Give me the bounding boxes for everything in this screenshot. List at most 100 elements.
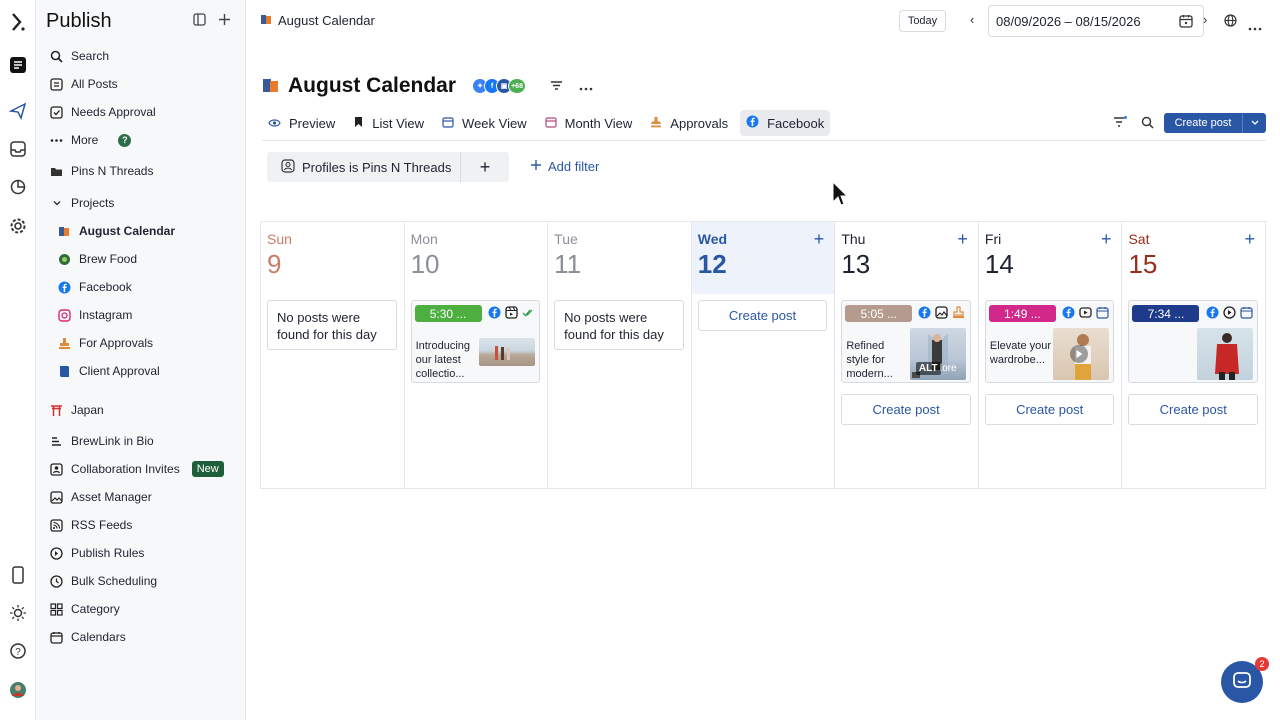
today-button[interactable]: Today xyxy=(899,10,946,32)
sidebar-item-search[interactable]: Search xyxy=(50,45,237,67)
avatar-more-count: +68 xyxy=(508,78,527,94)
more-icon[interactable] xyxy=(1248,19,1262,34)
sidebar-item-august-calendar[interactable]: August Calendar xyxy=(58,220,237,242)
create-post-button[interactable]: Create post xyxy=(1164,113,1266,133)
gear-icon[interactable] xyxy=(8,216,28,236)
filter-icon[interactable] xyxy=(550,79,563,94)
add-post-icon[interactable]: + xyxy=(1101,229,1112,250)
sidebar-item-projects[interactable]: Projects xyxy=(50,192,237,214)
day-header: Thu 13 + xyxy=(835,222,978,294)
bookmark-icon xyxy=(353,116,364,131)
filter-chip[interactable]: Profiles is Pins N Threads + xyxy=(267,152,509,182)
mobile-icon[interactable] xyxy=(8,565,28,585)
sun-icon[interactable] xyxy=(8,603,28,623)
inbox-icon[interactable] xyxy=(8,139,28,159)
post-card[interactable]: 5:30 ... Introducing our latest collecti… xyxy=(410,300,541,383)
avatar[interactable] xyxy=(8,680,28,700)
create-post-button[interactable]: Create post xyxy=(697,300,828,331)
add-condition-icon[interactable]: + xyxy=(461,157,509,178)
filter-chip-label-wrap[interactable]: Profiles is Pins N Threads xyxy=(267,152,461,182)
sidebar-item-label: Collaboration Invites xyxy=(71,462,180,476)
sidebar-item-for-approvals[interactable]: For Approvals xyxy=(58,332,237,354)
chat-launcher[interactable]: 2 xyxy=(1221,657,1269,703)
facebook-icon xyxy=(746,115,759,131)
globe-icon[interactable] xyxy=(1224,14,1237,30)
project-icon xyxy=(58,253,71,266)
add-post-icon[interactable]: + xyxy=(957,229,968,250)
facebook-icon xyxy=(487,305,501,319)
day-header: Sat 15 + xyxy=(1122,222,1265,294)
sidebar-collapse-icon[interactable] xyxy=(193,13,206,29)
sidebar-item-label: For Approvals xyxy=(79,336,154,350)
sidebar-item-publish-rules[interactable]: Publish Rules xyxy=(50,542,237,564)
post-time: 5:05 ... xyxy=(845,305,913,322)
sidebar-item-brew-food[interactable]: Brew Food xyxy=(58,248,237,270)
breadcrumb[interactable]: August Calendar xyxy=(260,13,375,28)
post-thumbnail xyxy=(1197,328,1254,380)
alt-badge: ALT xyxy=(915,362,941,375)
tab-list-view[interactable]: List View xyxy=(347,110,430,136)
sidebar-item-calendars[interactable]: Calendars xyxy=(50,626,237,648)
sidebar-item-label: Search xyxy=(71,49,110,63)
sidebar-item-all-posts[interactable]: All Posts xyxy=(50,73,237,95)
sidebar-item-japan[interactable]: Japan xyxy=(50,399,237,421)
video-icon xyxy=(1078,305,1092,319)
next-week-icon[interactable]: › xyxy=(1203,12,1207,27)
sidebar-item-category[interactable]: Category xyxy=(50,598,237,620)
analytics-icon[interactable] xyxy=(8,177,28,197)
sidebar-item-collaboration-invites[interactable]: Collaboration Invites New xyxy=(50,458,237,480)
chevron-down-icon[interactable] xyxy=(1242,113,1266,133)
day-name: Sun xyxy=(267,231,292,247)
send-icon[interactable] xyxy=(8,101,28,121)
sidebar-item-instagram[interactable]: Instagram xyxy=(58,304,237,326)
more-label: lore xyxy=(939,363,957,374)
sidebar-item-client-approval[interactable]: Client Approval xyxy=(58,360,237,382)
calendar-icon xyxy=(1179,14,1193,31)
more-icon[interactable] xyxy=(579,79,593,94)
add-post-icon[interactable]: + xyxy=(1245,229,1256,250)
post-card[interactable]: 5:05 ... Refined style for modern... ALT… xyxy=(841,300,971,383)
day-column-fri: Fri 14 + 1:49 ... Elevate your wardrobe.… xyxy=(979,222,1123,488)
tab-approvals[interactable]: Approvals xyxy=(644,110,734,136)
sidebar-item-pins-n-threads[interactable]: Pins N Threads xyxy=(50,160,237,182)
help-icon[interactable]: ? xyxy=(8,641,28,661)
post-card[interactable]: 1:49 ... Elevate your wardrobe... xyxy=(984,300,1115,383)
logo-icon[interactable] xyxy=(8,12,28,32)
sidebar-item-bulk-scheduling[interactable]: Bulk Scheduling xyxy=(50,570,237,592)
calendar-icon xyxy=(1239,305,1253,319)
date-range-picker[interactable]: 08/09/2026 – 08/15/2026 xyxy=(988,5,1204,37)
day-number: 9 xyxy=(267,249,282,279)
sidebar-item-asset-manager[interactable]: Asset Manager xyxy=(50,486,237,508)
sidebar-item-label: Facebook xyxy=(79,280,132,294)
sort-filter-icon[interactable] xyxy=(1113,116,1127,131)
tab-label: Week View xyxy=(462,115,527,131)
add-post-icon[interactable]: + xyxy=(814,229,825,250)
torii-icon xyxy=(50,404,63,417)
filter-chip-label: Profiles is Pins N Threads xyxy=(302,159,452,175)
create-post-button[interactable]: Create post xyxy=(984,394,1115,425)
tab-preview[interactable]: Preview xyxy=(262,110,341,136)
sidebar-item-brewlink[interactable]: BrewLink in Bio xyxy=(50,430,237,452)
help-icon[interactable]: ? xyxy=(118,133,132,147)
list-icon xyxy=(50,77,63,91)
add-filter-button[interactable]: Add filter xyxy=(530,159,599,174)
sidebar-add-icon[interactable] xyxy=(218,13,231,29)
search-icon[interactable] xyxy=(1141,116,1154,132)
sidebar-item-more[interactable]: More ? xyxy=(50,129,237,151)
create-post-button[interactable]: Create post xyxy=(1128,394,1259,425)
create-post-button[interactable]: Create post xyxy=(841,394,971,425)
tab-month-view[interactable]: Month View xyxy=(539,110,639,136)
sidebar-item-needs-approval[interactable]: Needs Approval xyxy=(50,101,237,123)
prev-week-icon[interactable]: ‹ xyxy=(970,12,974,27)
image-icon xyxy=(50,490,63,504)
invite-icon xyxy=(50,462,63,476)
post-thumbnail xyxy=(479,338,536,366)
member-avatars[interactable]: ✦ f ▣ +68 xyxy=(472,78,527,94)
tab-week-view[interactable]: Week View xyxy=(436,110,533,136)
sidebar-item-facebook[interactable]: Facebook xyxy=(58,276,237,298)
publish-icon[interactable] xyxy=(8,55,28,75)
post-card[interactable]: 7:34 ... xyxy=(1128,300,1259,383)
tab-facebook[interactable]: Facebook xyxy=(740,110,831,136)
sidebar-item-label: RSS Feeds xyxy=(71,518,133,532)
sidebar-item-rss-feeds[interactable]: RSS Feeds xyxy=(50,514,237,536)
